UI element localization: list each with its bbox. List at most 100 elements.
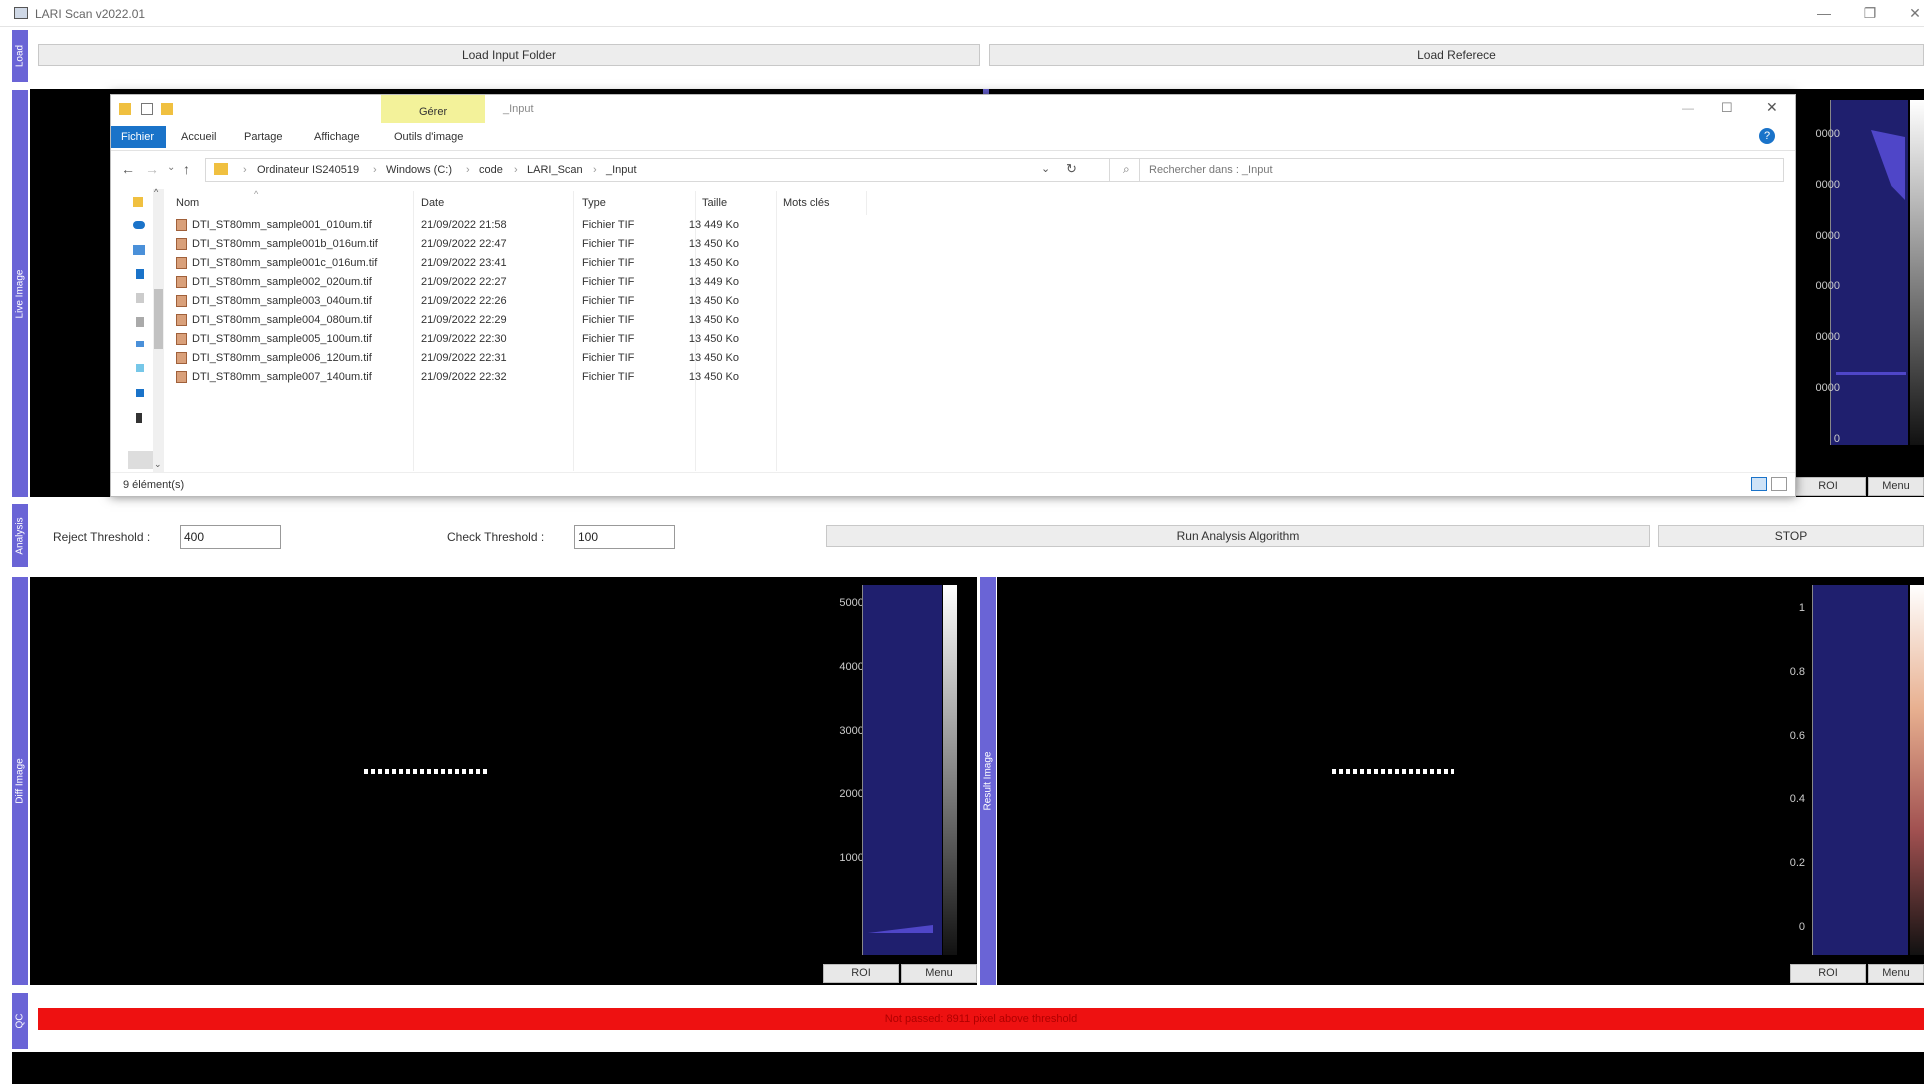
file-size: 13 449 Ko [688,219,739,231]
large-icons-view-icon[interactable] [1771,477,1787,491]
column-name[interactable]: Nom [176,197,199,209]
breadcrumb-item[interactable]: code [479,164,503,176]
column-tags[interactable]: Mots clés [783,197,829,209]
file-type: Fichier TIF [582,314,635,326]
details-view-icon[interactable] [1751,477,1767,491]
explorer-maximize-icon[interactable]: ☐ [1721,100,1733,116]
result-image-marker [1332,769,1454,774]
breadcrumb-item[interactable]: _Input [606,164,637,176]
this-pc-icon[interactable] [133,245,145,255]
file-name: DTI_ST80mm_sample001c_016um.tif [192,257,378,269]
result-tick: 0.8 [1789,666,1805,678]
diff-tick: 10000 [839,852,870,864]
maximize-icon[interactable]: ❐ [1853,3,1887,23]
file-row[interactable]: DTI_ST80mm_sample001c_016um.tif 21/09/202… [173,255,793,273]
file-row[interactable]: DTI_ST80mm_sample006_120um.tif 21/09/2022… [173,350,793,368]
breadcrumb-item[interactable]: LARI_Scan [527,164,583,176]
diff-gradient-bar[interactable] [943,585,957,955]
qc-status-bar: Not passed: 8911 pixel above threshold [38,1008,1924,1030]
properties-icon[interactable] [141,103,153,115]
file-row[interactable]: DTI_ST80mm_sample001_010um.tif 21/09/2022… [173,217,793,235]
diff-roi-button[interactable]: ROI [823,964,899,983]
tab-home[interactable]: Accueil [181,131,216,143]
file-date: 21/09/2022 22:29 [421,314,507,326]
file-size: 13 450 Ko [688,314,739,326]
live-histogram[interactable] [1830,100,1908,445]
live-gradient-bar[interactable] [1910,100,1924,445]
column-date[interactable]: Date [421,197,444,209]
explorer-close-icon[interactable]: ✕ [1766,99,1778,116]
address-dropdown-icon[interactable]: ⌄ [1041,162,1050,175]
help-icon[interactable]: ? [1759,128,1775,144]
result-tick: 0.6 [1789,730,1805,742]
breadcrumb-item[interactable]: Ordinateur IS240519 [257,164,359,176]
file-name: DTI_ST80mm_sample002_020um.tif [192,276,372,288]
nav-scrollbar-thumb[interactable] [154,289,163,349]
diff-menu-button[interactable]: Menu [901,964,977,983]
check-threshold-input[interactable]: 100 [574,525,675,549]
tab-image-tools[interactable]: Outils d'image [394,131,463,143]
tif-file-icon [176,238,187,250]
search-placeholder[interactable]: Rechercher dans : _Input [1149,164,1273,176]
check-threshold-label: Check Threshold : [447,530,545,544]
new-folder-icon[interactable] [161,103,173,115]
refresh-icon[interactable]: ↻ [1066,161,1077,177]
close-icon[interactable]: ✕ [1898,3,1924,23]
tab-share[interactable]: Partage [244,131,283,143]
diff-tick: 20000 [839,788,870,800]
diff-tick: 30000 [839,725,870,737]
file-date: 21/09/2022 22:30 [421,333,507,345]
back-icon[interactable]: ← [121,161,135,177]
result-gradient-bar[interactable] [1910,585,1924,955]
minimize-icon[interactable]: — [1807,3,1841,23]
tif-file-icon [176,276,187,288]
breadcrumb-item[interactable]: Windows (C:) [386,164,452,176]
recent-locations-icon[interactable]: ⌄ [167,162,175,173]
stop-button[interactable]: STOP [1658,525,1924,547]
file-row[interactable]: DTI_ST80mm_sample002_020um.tif 21/09/2022… [173,274,793,292]
result-roi-button[interactable]: ROI [1790,964,1866,983]
folder-icon [119,103,131,115]
file-name: DTI_ST80mm_sample005_100um.tif [192,333,372,345]
file-row[interactable]: DTI_ST80mm_sample003_040um.tif 21/09/2022… [173,293,793,311]
file-row[interactable]: DTI_ST80mm_sample007_140um.tif 21/09/2022… [173,369,793,387]
title-bar: LARI Scan v2022.01 — ❐ ✕ [0,0,1924,27]
live-roi-button[interactable]: ROI [1790,477,1866,496]
onedrive-icon[interactable] [133,221,145,229]
reject-threshold-input[interactable]: 400 [180,525,281,549]
search-icon: ⌕ [1123,162,1130,176]
diff-tick: 0 [810,916,870,928]
file-name: DTI_ST80mm_sample006_120um.tif [192,352,372,364]
live-menu-button[interactable]: Menu [1868,477,1924,496]
load-input-folder-button[interactable]: Load Input Folder [38,44,980,66]
forward-icon[interactable]: → [145,161,159,177]
column-size[interactable]: Taille [702,197,727,209]
navigation-pane[interactable]: ^ ⌄ [111,187,166,472]
file-type: Fichier TIF [582,333,635,345]
result-histogram[interactable] [1812,585,1908,955]
footer-bar [12,1052,1924,1084]
explorer-minimize-icon[interactable]: — [1682,101,1694,115]
file-row[interactable]: DTI_ST80mm_sample005_100um.tif 21/09/2022… [173,331,793,349]
file-size: 13 449 Ko [688,276,739,288]
file-size: 13 450 Ko [688,295,739,307]
up-icon[interactable]: ↑ [183,161,190,177]
diff-tick: 40000 [839,661,870,673]
tab-view[interactable]: Affichage [314,131,360,143]
file-size: 13 450 Ko [688,371,739,383]
file-size: 13 450 Ko [688,333,739,345]
diff-histogram[interactable] [862,585,942,955]
load-reference-button[interactable]: Load Referece [989,44,1924,66]
drive-icon[interactable] [136,269,144,279]
file-row[interactable]: DTI_ST80mm_sample004_080um.tif 21/09/2022… [173,312,793,330]
file-explorer-window[interactable]: Gérer _Input — ☐ ✕ Fichier Accueil Parta… [110,94,1796,497]
column-type[interactable]: Type [582,197,606,209]
run-analysis-button[interactable]: Run Analysis Algorithm [826,525,1650,547]
file-date: 21/09/2022 22:47 [421,238,507,250]
app-icon [14,7,28,19]
file-size: 13 450 Ko [688,257,739,269]
tab-file-label: Fichier [121,131,155,143]
file-row[interactable]: DTI_ST80mm_sample001b_016um.tif 21/09/202… [173,236,793,254]
file-name: DTI_ST80mm_sample003_040um.tif [192,295,372,307]
result-menu-button[interactable]: Menu [1868,964,1924,983]
